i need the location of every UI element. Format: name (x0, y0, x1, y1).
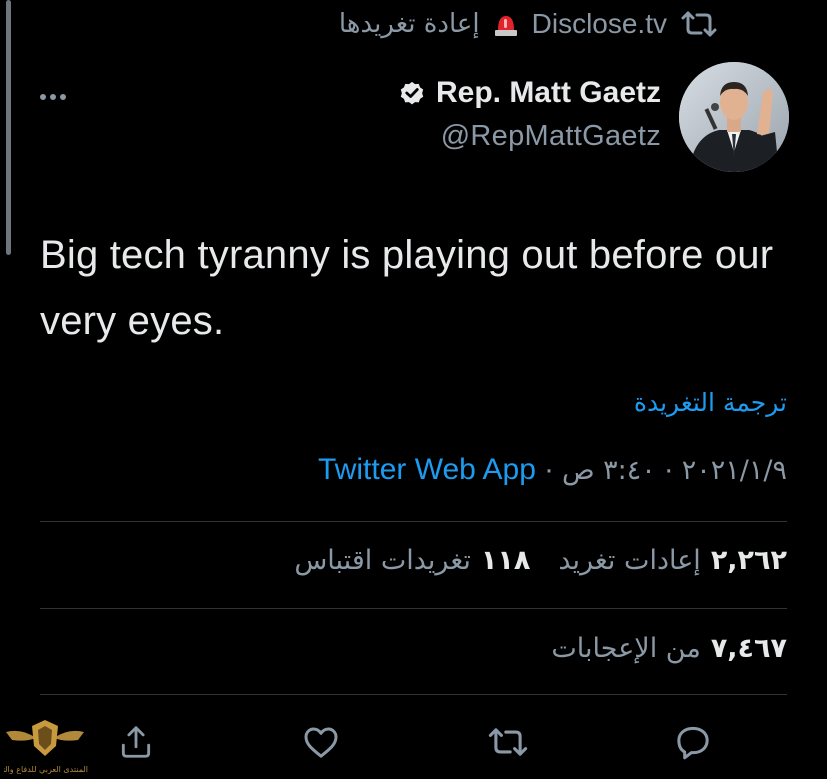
retweet-stats: ٢,٢٦٢ إعادات تغريد ١١٨ تغريدات اقتباس (294, 545, 787, 576)
translate-tweet-link[interactable]: ترجمة التغريدة (634, 388, 787, 417)
divider (40, 608, 787, 609)
tweet-action-bar (0, 712, 827, 772)
retweets-count[interactable]: ٢,٢٦٢ (711, 545, 787, 576)
like-button[interactable] (299, 720, 343, 764)
author-info[interactable]: Rep. Matt Gaetz @RepMattGaetz (398, 76, 661, 153)
tweet-meta: ٢٠٢١/١/٩ · ٣:٤٠ ص · Twitter Web App (318, 453, 787, 487)
meta-separator: · (663, 453, 674, 486)
more-dot (40, 94, 46, 100)
likes-count[interactable]: ٧,٤٦٧ (711, 633, 787, 664)
author-display-name[interactable]: Rep. Matt Gaetz (436, 76, 661, 110)
tweet-source-app[interactable]: Twitter Web App (318, 453, 536, 487)
like-stats: ٧,٤٦٧ من الإعجابات (551, 633, 787, 664)
share-button[interactable] (114, 720, 158, 764)
tweet-time[interactable]: ٣:٤٠ ص (562, 455, 656, 486)
divider (40, 521, 787, 522)
share-icon (121, 726, 151, 758)
watermark-logo: المنتدى العربي للدفاع والتسليح (2, 718, 88, 776)
reply-icon (677, 726, 709, 760)
retweets-label[interactable]: إعادات تغريد (558, 545, 701, 576)
more-options-icon[interactable] (40, 88, 76, 106)
like-icon (304, 727, 338, 758)
more-dot (60, 94, 66, 100)
avatar-image (679, 62, 789, 172)
verified-badge-icon (400, 81, 424, 105)
retweet-account[interactable]: Disclose.tv (532, 8, 667, 40)
divider (40, 694, 787, 695)
reply-button[interactable] (671, 720, 715, 764)
more-dot (50, 94, 56, 100)
author-handle[interactable]: @RepMattGaetz (398, 120, 661, 153)
retweet-button[interactable] (486, 720, 530, 764)
avatar[interactable] (679, 62, 789, 172)
retweet-banner[interactable]: إعادة تغريدها Disclose.tv (339, 6, 719, 42)
quotes-label[interactable]: تغريدات اقتباس (294, 545, 471, 576)
likes-label[interactable]: من الإعجابات (551, 633, 700, 664)
watermark-text: المنتدى العربي للدفاع والتسليح (4, 765, 88, 774)
retweet-icon (681, 11, 717, 37)
retweet-icon (488, 728, 528, 756)
retweet-action-label: إعادة تغريدها (338, 9, 480, 39)
name-row: Rep. Matt Gaetz (398, 76, 661, 110)
tweet-date[interactable]: ٢٠٢١/١/٩ (682, 455, 787, 486)
scrollbar[interactable] (6, 0, 11, 255)
siren-icon (494, 16, 517, 36)
quotes-count[interactable]: ١١٨ (481, 545, 530, 576)
tweet-text: Big tech tyranny is playing out before o… (40, 233, 774, 343)
watermark-emblem (6, 720, 84, 756)
meta-separator: · (543, 453, 554, 486)
